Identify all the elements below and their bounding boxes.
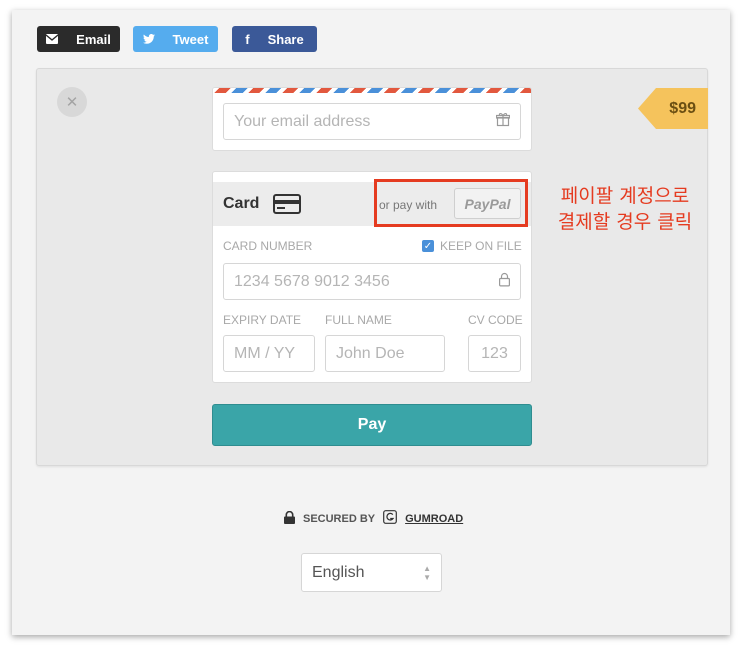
credit-card-icon <box>273 194 301 219</box>
expiry-date-label: EXPIRY DATE <box>223 313 302 327</box>
lock-icon <box>499 272 511 291</box>
card-number-placeholder: 1234 5678 9012 3456 <box>234 272 390 290</box>
facebook-share-label: Share <box>267 31 304 47</box>
language-selected-value: English <box>312 563 365 581</box>
email-card: Your email address <box>212 87 532 151</box>
keep-on-file-label: KEEP ON FILE <box>440 239 522 253</box>
secured-by-footer: SECURED BY GUMROAD <box>284 510 463 527</box>
tweet-label: Tweet <box>172 31 209 47</box>
annotation-line-2: 결제할 경우 클릭 <box>557 211 693 233</box>
card-number-input[interactable]: 1234 5678 9012 3456 <box>223 263 521 300</box>
annotation-text: 페이팔 계정으로 결제할 경우 클릭 <box>540 183 710 235</box>
price-label: $99 <box>669 99 696 117</box>
full-name-placeholder: John Doe <box>336 344 405 362</box>
language-select[interactable]: English ▲ ▼ <box>301 553 442 592</box>
cv-code-placeholder: 123 <box>481 344 508 362</box>
facebook-icon: f <box>245 31 250 47</box>
close-icon: ✕ <box>65 94 79 111</box>
secured-by-label: SECURED BY <box>303 512 376 525</box>
pay-button-label: Pay <box>357 416 387 433</box>
card-title: Card <box>223 195 260 212</box>
tweet-button[interactable]: Tweet <box>133 26 218 52</box>
gumroad-link[interactable]: GUMROAD <box>405 513 463 525</box>
pay-button[interactable]: Pay <box>212 404 532 446</box>
email-share-button[interactable]: Email <box>37 26 120 52</box>
keep-on-file-checkbox[interactable]: ✓ KEEP ON FILE <box>422 239 522 253</box>
select-arrows-icon: ▲ ▼ <box>423 563 431 582</box>
full-name-label: FULL NAME <box>325 313 392 327</box>
card-number-label: CARD NUMBER <box>223 239 313 253</box>
envelope-icon <box>46 34 59 44</box>
cv-code-label: CV CODE <box>468 313 523 327</box>
email-input[interactable]: Your email address <box>223 103 521 140</box>
email-share-label: Email <box>76 31 111 47</box>
close-button[interactable]: ✕ <box>57 87 87 117</box>
full-name-input[interactable]: John Doe <box>325 335 445 372</box>
facebook-share-button[interactable]: f Share <box>232 26 317 52</box>
gift-icon <box>495 112 511 131</box>
airmail-stripe <box>213 88 531 93</box>
expiry-date-input[interactable]: MM / YY <box>223 335 315 372</box>
padlock-icon <box>284 510 295 527</box>
twitter-bird-icon <box>142 34 155 44</box>
expiry-placeholder: MM / YY <box>234 344 296 362</box>
email-placeholder: Your email address <box>234 112 371 130</box>
cv-code-input[interactable]: 123 <box>468 335 521 372</box>
annotation-line-1: 페이팔 계정으로 <box>560 185 690 207</box>
annotation-highlight-box <box>374 179 528 227</box>
checkbox-checked-icon: ✓ <box>422 240 434 252</box>
gumroad-logo-icon <box>383 510 398 527</box>
